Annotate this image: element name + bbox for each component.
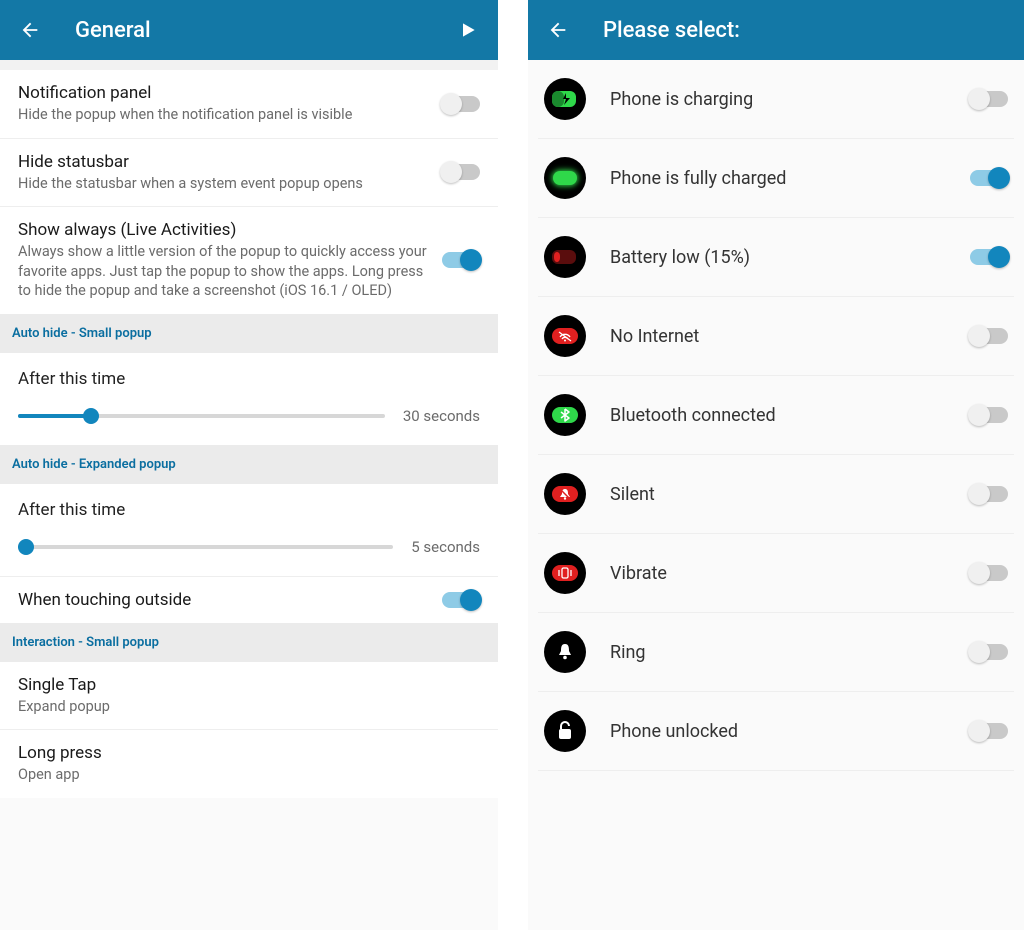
- item-label: Phone is charging: [610, 89, 970, 110]
- item-ring[interactable]: Ring: [538, 613, 1014, 692]
- play-icon: [458, 20, 478, 40]
- slider-title: After this time: [18, 500, 480, 520]
- row-title: Single Tap: [18, 675, 470, 695]
- wifi-off-icon: [544, 315, 586, 357]
- row-long-press[interactable]: Long press Open app: [0, 730, 498, 798]
- pane-select: Please select: Phone is charging Phone i…: [528, 0, 1024, 930]
- section-auto-hide-expanded: Auto hide - Expanded popup: [0, 445, 498, 484]
- unlock-icon: [544, 710, 586, 752]
- back-button[interactable]: [15, 15, 45, 45]
- row-slider-small: After this time 30 seconds: [0, 353, 498, 445]
- item-bluetooth[interactable]: Bluetooth connected: [538, 376, 1014, 455]
- item-no-internet[interactable]: No Internet: [538, 297, 1014, 376]
- slider-small-popup[interactable]: [18, 414, 385, 418]
- row-subtitle: Always show a little version of the popu…: [18, 242, 432, 301]
- toggle-hide-statusbar[interactable]: [442, 164, 480, 180]
- play-button[interactable]: [453, 15, 483, 45]
- section-interaction: Interaction - Small popup: [0, 623, 498, 662]
- slider-value: 30 seconds: [403, 407, 480, 425]
- toggle-no-internet[interactable]: [970, 328, 1008, 344]
- item-phone-charging[interactable]: Phone is charging: [538, 60, 1014, 139]
- row-touching-outside[interactable]: When touching outside: [0, 577, 498, 623]
- arrow-left-icon: [547, 19, 569, 41]
- bell-off-icon: [544, 473, 586, 515]
- row-subtitle: Open app: [18, 765, 470, 785]
- item-label: Phone is fully charged: [610, 168, 970, 189]
- section-auto-hide-small: Auto hide - Small popup: [0, 314, 498, 353]
- item-label: Ring: [610, 642, 970, 663]
- page-title: Please select:: [603, 18, 1009, 43]
- slider-title: After this time: [18, 369, 480, 389]
- row-title: Show always (Live Activities): [18, 220, 432, 240]
- item-battery-low[interactable]: Battery low (15%): [538, 218, 1014, 297]
- row-subtitle: Expand popup: [18, 697, 470, 717]
- item-silent[interactable]: Silent: [538, 455, 1014, 534]
- row-title: Notification panel: [18, 83, 432, 103]
- item-vibrate[interactable]: Vibrate: [538, 534, 1014, 613]
- item-phone-unlocked[interactable]: Phone unlocked: [538, 692, 1014, 771]
- settings-list: Notification panel Hide the popup when t…: [0, 60, 498, 798]
- item-label: Silent: [610, 484, 970, 505]
- item-phone-full[interactable]: Phone is fully charged: [538, 139, 1014, 218]
- slider-expanded-popup[interactable]: [18, 545, 393, 549]
- item-label: Bluetooth connected: [610, 405, 970, 426]
- row-single-tap[interactable]: Single Tap Expand popup: [0, 662, 498, 731]
- toggle-vibrate[interactable]: [970, 565, 1008, 581]
- row-subtitle: Hide the statusbar when a system event p…: [18, 174, 432, 194]
- row-title: Long press: [18, 743, 470, 763]
- row-hide-statusbar[interactable]: Hide statusbar Hide the statusbar when a…: [0, 139, 498, 208]
- toggle-silent[interactable]: [970, 486, 1008, 502]
- toggle-show-always[interactable]: [442, 252, 480, 268]
- row-show-always[interactable]: Show always (Live Activities) Always sho…: [0, 207, 498, 314]
- battery-full-icon: [544, 157, 586, 199]
- item-label: Vibrate: [610, 563, 970, 584]
- back-button[interactable]: [543, 15, 573, 45]
- toggle-notification-panel[interactable]: [442, 96, 480, 112]
- toggle-ring[interactable]: [970, 644, 1008, 660]
- arrow-left-icon: [19, 19, 41, 41]
- select-list: Phone is charging Phone is fully charged…: [528, 60, 1024, 771]
- bluetooth-icon: [544, 394, 586, 436]
- row-slider-expanded: After this time 5 seconds: [0, 484, 498, 577]
- toggle-touching-outside[interactable]: [442, 592, 480, 608]
- toggle-bluetooth[interactable]: [970, 407, 1008, 423]
- battery-charging-icon: [544, 78, 586, 120]
- slider-value: 5 seconds: [411, 538, 480, 556]
- toggle-phone-unlocked[interactable]: [970, 723, 1008, 739]
- pane-general: General Notification panel Hide the popu…: [0, 0, 498, 930]
- vibrate-icon: [544, 552, 586, 594]
- battery-low-icon: [544, 236, 586, 278]
- appbar-select: Please select:: [528, 0, 1024, 60]
- toggle-phone-charging[interactable]: [970, 91, 1008, 107]
- page-title: General: [75, 18, 453, 43]
- row-subtitle: Hide the popup when the notification pan…: [18, 105, 432, 125]
- row-notification-panel[interactable]: Notification panel Hide the popup when t…: [0, 70, 498, 139]
- item-label: No Internet: [610, 326, 970, 347]
- toggle-battery-low[interactable]: [970, 249, 1008, 265]
- row-title: Hide statusbar: [18, 152, 432, 172]
- item-label: Battery low (15%): [610, 247, 970, 268]
- item-label: Phone unlocked: [610, 721, 970, 742]
- appbar-general: General: [0, 0, 498, 60]
- bell-icon: [544, 631, 586, 673]
- toggle-phone-full[interactable]: [970, 170, 1008, 186]
- row-title: When touching outside: [18, 590, 432, 610]
